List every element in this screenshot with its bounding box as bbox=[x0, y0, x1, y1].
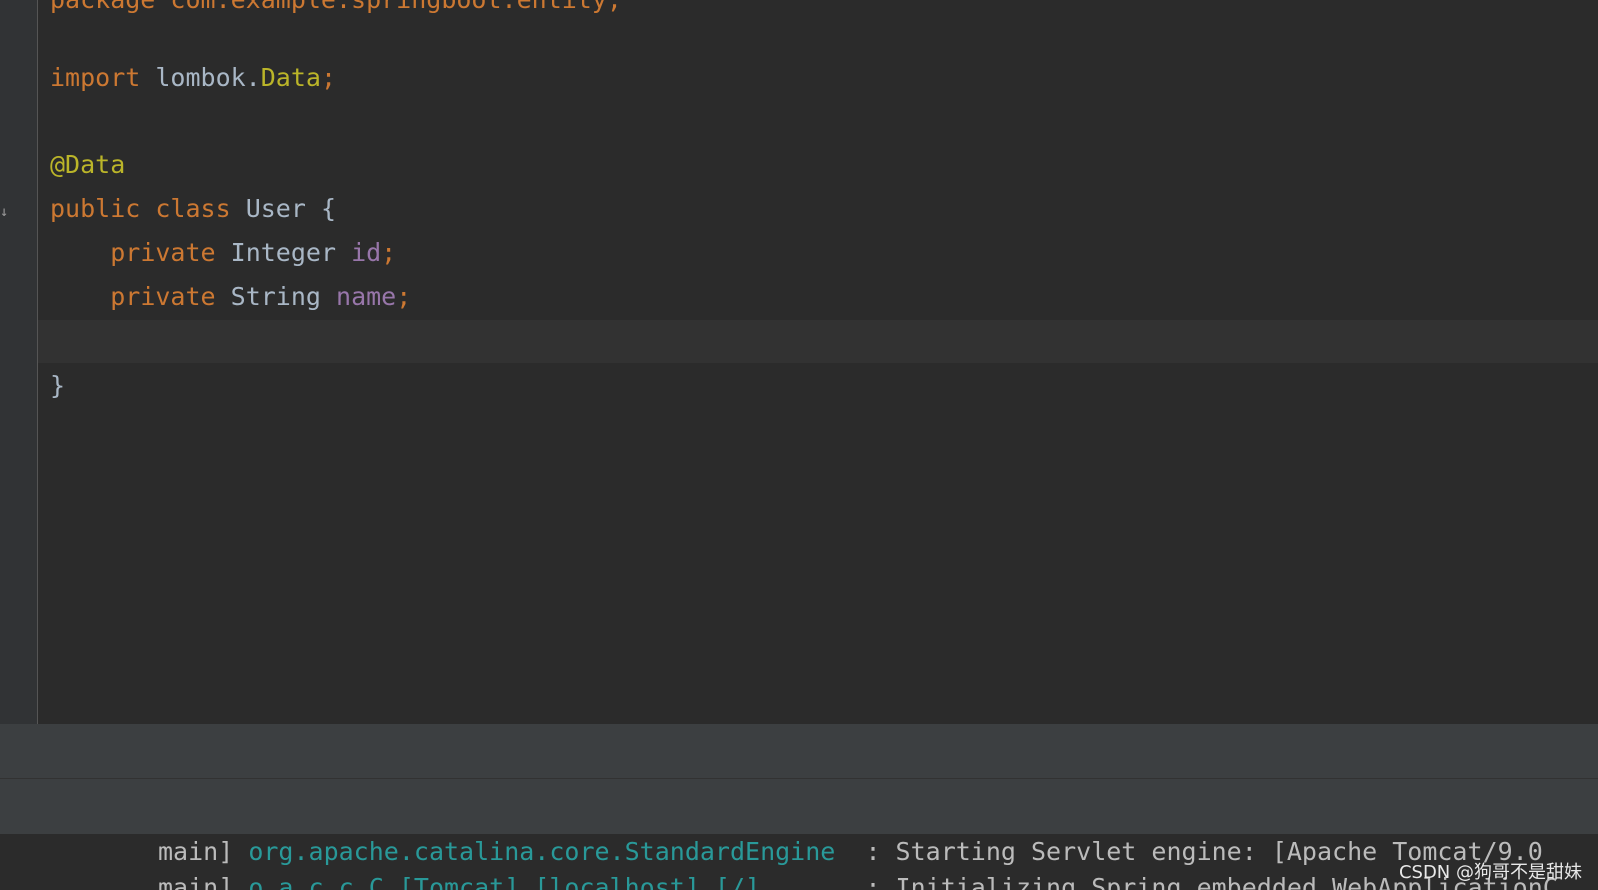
field-name: id bbox=[351, 238, 382, 267]
field-type: Integer bbox=[230, 238, 336, 267]
code-line-import: import lombok.Data; bbox=[50, 56, 336, 100]
log-logger[interactable]: org.apache.catalina.core.StandardEngine bbox=[248, 837, 835, 866]
log-logger[interactable]: o.a.c.c.C.[Tomcat].[localhost].[/] bbox=[248, 873, 760, 890]
code-line-class-declaration: public class User { bbox=[50, 187, 336, 231]
import-semicolon: ; bbox=[320, 63, 337, 92]
class-name: User { bbox=[245, 194, 337, 223]
import-package: lombok. bbox=[155, 63, 261, 92]
gutter-implementation-icon[interactable]: ↓ bbox=[0, 205, 8, 219]
field-semicolon: ; bbox=[396, 282, 412, 311]
current-line-highlight bbox=[38, 320, 1598, 363]
log-thread: main] bbox=[158, 837, 234, 866]
import-keyword: import bbox=[50, 63, 141, 92]
log-thread: main] bbox=[158, 873, 234, 890]
run-tool-window-header[interactable] bbox=[0, 779, 1598, 835]
code-editor[interactable]: ↓ package com.example.springboot.entity;… bbox=[0, 0, 1598, 724]
code-line-annotation: @Data bbox=[50, 143, 125, 187]
watermark: CSDN @狗哥不是甜妹 bbox=[1398, 862, 1582, 883]
editor-gutter[interactable]: ↓ bbox=[0, 0, 38, 724]
import-class: Data bbox=[260, 63, 321, 92]
code-line-close-brace: } bbox=[50, 364, 65, 408]
code-line-field-id: private Integer id; bbox=[50, 231, 396, 275]
editor-bottom-bar bbox=[0, 724, 1598, 779]
console-log-line: main] o.a.c.c.C.[Tomcat].[localhost].[/]… bbox=[158, 871, 1558, 890]
code-line-field-name: private String name; bbox=[50, 275, 411, 319]
field-name: name bbox=[336, 282, 397, 311]
console-log-line: main] org.apache.catalina.core.StandardE… bbox=[158, 835, 1543, 869]
data-annotation: @Data bbox=[50, 150, 126, 179]
public-keyword: public bbox=[50, 194, 141, 223]
class-keyword: class bbox=[155, 194, 231, 223]
field-semicolon: ; bbox=[381, 238, 397, 267]
package-keyword: package bbox=[50, 0, 155, 14]
code-line-package: package com.example.springboot.entity; bbox=[50, 0, 622, 22]
field-type: String bbox=[230, 282, 321, 311]
private-keyword: private bbox=[110, 238, 216, 267]
run-console[interactable]: main] org.apache.catalina.core.StandardE… bbox=[0, 835, 1598, 890]
package-name: com.example.springboot.entity; bbox=[155, 0, 622, 14]
closing-brace: } bbox=[50, 371, 66, 400]
private-keyword: private bbox=[110, 282, 216, 311]
